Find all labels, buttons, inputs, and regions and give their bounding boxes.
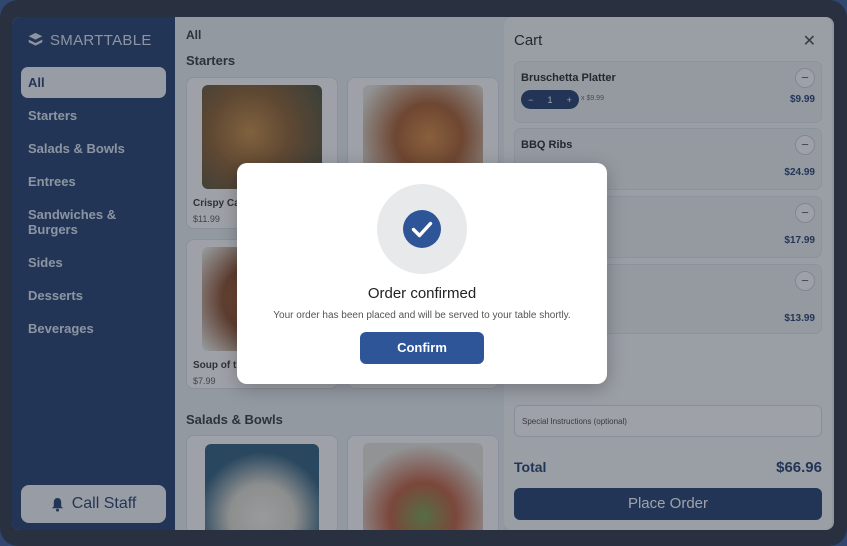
order-confirmed-dialog: Order confirmed Your order has been plac… [237,163,607,384]
check-icon [403,210,441,248]
success-badge [377,184,467,274]
dialog-message: Your order has been placed and will be s… [273,310,571,321]
confirm-button[interactable]: Confirm [360,332,484,364]
dialog-title: Order confirmed [367,285,477,302]
